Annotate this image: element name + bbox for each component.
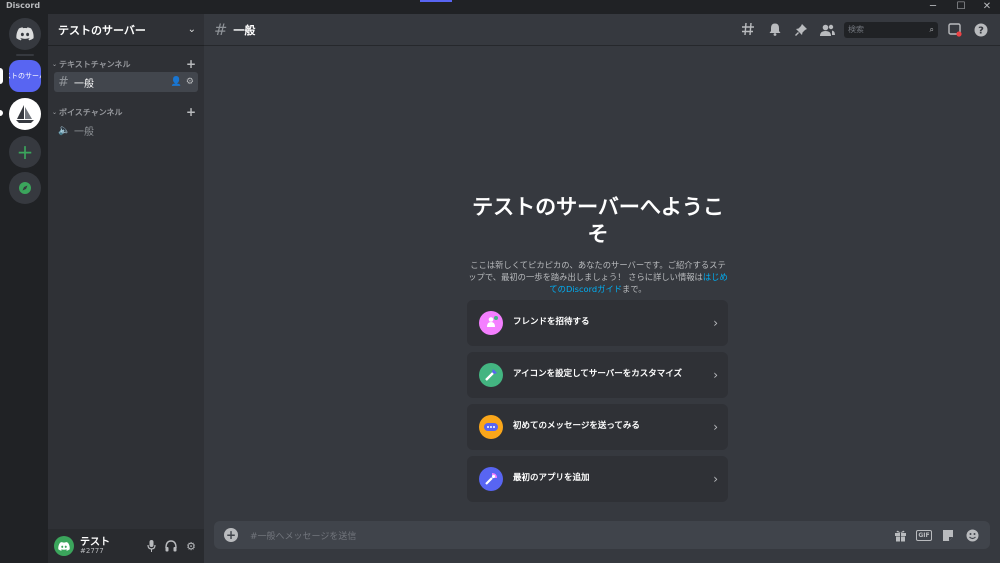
card-label: フレンドを招待する <box>513 317 590 328</box>
user-panel: テスト #2777 ⚙ <box>48 529 204 563</box>
channel-voice-general[interactable]: 🔈 一般 <box>54 120 198 140</box>
user-info[interactable]: テスト #2777 <box>80 537 110 556</box>
create-channel-icon[interactable]: + <box>186 105 196 119</box>
pin-icon[interactable] <box>792 21 810 39</box>
close-icon[interactable]: ✕ <box>976 0 998 14</box>
sticker-icon[interactable] <box>940 527 956 543</box>
help-icon[interactable]: ? <box>972 21 990 39</box>
guild-separator <box>16 54 34 56</box>
channel-label: 一般 <box>74 126 94 138</box>
selected-indicator <box>0 68 3 84</box>
welcome-title: テストのサーバーへようこそ <box>472 195 724 247</box>
channel-label: 一般 <box>74 78 94 90</box>
home-button[interactable] <box>9 18 41 50</box>
server-header[interactable]: テストのサーバー ⌄ <box>48 14 204 46</box>
invite-icon[interactable]: 👤 <box>171 77 182 87</box>
titlebar-accent <box>420 0 452 2</box>
server-name: テストのサーバー <box>58 23 146 37</box>
microphone-icon[interactable] <box>144 539 158 553</box>
user-tag: #2777 <box>80 546 104 555</box>
inbox-icon[interactable] <box>946 21 964 39</box>
invite-friends-icon <box>479 311 503 335</box>
add-app-card[interactable]: 最初のアプリを追加 › <box>467 456 728 502</box>
emoji-icon[interactable] <box>964 527 980 543</box>
discord-logo-icon <box>16 27 34 41</box>
welcome-description: ここは新しくてピカピカの、あなたのサーバーです。ご紹介するステップで、最初の一歩… <box>467 259 729 296</box>
app-icon <box>479 467 503 491</box>
username: テスト <box>80 536 110 548</box>
message-icon <box>479 415 503 439</box>
category-voice[interactable]: ⌄ ボイスチャンネル + <box>52 105 196 119</box>
minimize-icon[interactable]: ─ <box>922 0 944 14</box>
search-placeholder: 検索 <box>848 25 864 34</box>
user-controls: ⚙ <box>144 539 198 553</box>
plus-icon: + <box>16 140 34 164</box>
compass-icon <box>19 182 31 194</box>
svg-text:?: ? <box>978 25 984 36</box>
user-settings-gear-icon[interactable]: ⚙ <box>184 539 198 553</box>
card-label: 最初のアプリを追加 <box>513 473 590 484</box>
composer-buttons: GIF <box>892 527 980 543</box>
channel-header: # 一般 検索 ⌕ ? <box>204 14 1000 46</box>
channel-text-general[interactable]: # 一般 👤 ⚙ <box>54 72 198 92</box>
collapse-arrow-icon: ⌄ <box>52 60 58 68</box>
search-icon: ⌕ <box>929 24 934 34</box>
hash-icon: # <box>214 20 228 39</box>
threads-icon[interactable] <box>740 21 758 39</box>
main-content: # 一般 検索 ⌕ ? テストのサーバーへようこそ ここは新しくてピカピカの、あ… <box>204 14 1000 563</box>
customize-server-card[interactable]: アイコンを設定してサーバーをカスタマイズ › <box>467 352 728 398</box>
app-brand: Discord <box>6 1 41 10</box>
members-icon[interactable] <box>818 21 836 39</box>
chevron-down-icon[interactable]: ⌄ <box>188 24 196 35</box>
first-message-card[interactable]: 初めてのメッセージを送ってみる › <box>467 404 728 450</box>
category-text-label: テキストチャンネル <box>59 59 131 69</box>
create-channel-icon[interactable]: + <box>186 57 196 71</box>
add-server-button[interactable]: + <box>9 136 41 168</box>
sailboat-icon <box>16 105 34 123</box>
header-toolbar: 検索 ⌕ ? <box>740 21 990 39</box>
guild-sailboat[interactable] <box>9 98 41 130</box>
guild-test-label: ストのサーバ <box>9 72 41 80</box>
headphones-icon[interactable] <box>164 539 178 553</box>
channel-title: 一般 <box>233 23 256 37</box>
speaker-icon: 🔈 <box>58 124 71 136</box>
chevron-right-icon: › <box>713 472 718 486</box>
avatar[interactable] <box>54 536 74 556</box>
discord-logo-icon <box>58 541 70 551</box>
gif-button[interactable]: GIF <box>916 529 932 541</box>
window-titlebar: Discord ─ ☐ ✕ <box>0 0 1000 14</box>
welcome-desc-end: まで。 <box>622 284 647 295</box>
unread-indicator <box>0 110 3 116</box>
customize-icon <box>479 363 503 387</box>
onboarding-cards: フレンドを招待する › アイコンを設定してサーバーをカスタマイズ › 初めてのメ… <box>467 300 728 508</box>
settings-gear-icon[interactable]: ⚙ <box>186 77 194 87</box>
message-input[interactable]: #一般へメッセージを送信 <box>250 529 356 542</box>
channel-sidebar: テストのサーバー ⌄ ⌄ テキストチャンネル + # 一般 👤 ⚙ ⌄ ボイスチ… <box>48 14 204 563</box>
category-text[interactable]: ⌄ テキストチャンネル + <box>52 57 196 71</box>
chevron-right-icon: › <box>713 316 718 330</box>
guild-test-server[interactable]: ストのサーバ <box>9 60 41 92</box>
search-input[interactable]: 検索 ⌕ <box>844 21 938 38</box>
chevron-right-icon: › <box>713 420 718 434</box>
gift-icon[interactable] <box>892 527 908 543</box>
explore-servers-button[interactable] <box>9 172 41 204</box>
card-label: アイコンを設定してサーバーをカスタマイズ <box>513 369 682 380</box>
maximize-icon[interactable]: ☐ <box>950 0 972 14</box>
message-composer: + #一般へメッセージを送信 GIF <box>214 521 990 549</box>
invite-friends-card[interactable]: フレンドを招待する › <box>467 300 728 346</box>
category-voice-label: ボイスチャンネル <box>59 107 123 117</box>
card-label: 初めてのメッセージを送ってみる <box>513 421 640 432</box>
collapse-arrow-icon: ⌄ <box>52 108 58 116</box>
bell-icon[interactable] <box>766 21 784 39</box>
hash-icon: # <box>58 74 69 90</box>
welcome-section: テストのサーバーへようこそ ここは新しくてピカピカの、あなたのサーバーです。ご紹… <box>467 194 729 296</box>
server-list: ストのサーバ + <box>0 14 48 563</box>
chevron-right-icon: › <box>713 368 718 382</box>
welcome-desc-text: ここは新しくてピカピカの、あなたのサーバーです。ご紹介するステップで、最初の一歩… <box>468 259 726 283</box>
add-attachment-icon[interactable]: + <box>224 528 238 542</box>
